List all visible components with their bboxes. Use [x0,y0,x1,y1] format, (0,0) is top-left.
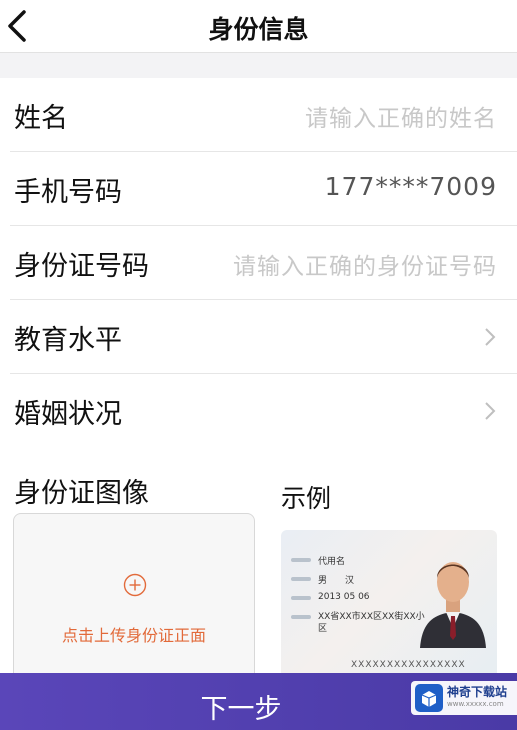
example-id-card: 代用名 男 汉 2013 05 06 XX省XX市XX区XX街XX小区 XXXX… [281,530,497,690]
card-gender: 男 [318,576,328,586]
id-image-title: 身份证图像 [14,478,149,509]
card-name: 代用名 [318,557,346,567]
marital-row[interactable]: 婚姻状况 [10,374,517,447]
id-number-label: 身份证号码 [14,251,149,282]
id-image-section: 身份证图像 示例 点击上传身份证正面 代用名 男 汉 2013 05 06 XX… [0,445,517,690]
education-row[interactable]: 教育水平 [10,300,517,374]
card-field-label [291,558,311,562]
portrait-icon [420,562,486,648]
site-watermark: 神奇下载站 www.xxxxx.com [411,681,517,715]
next-step-label: 下一步 [200,694,282,725]
marital-label: 婚姻状况 [14,399,122,430]
chevron-right-icon [485,328,496,346]
watermark-text: 神奇下载站 [447,685,508,699]
name-row[interactable]: 姓名 请输入正确的姓名 [10,78,517,152]
card-field-label [291,596,311,600]
example-title: 示例 [281,484,332,513]
page-title: 身份信息 [208,15,309,44]
card-ethnicity: 汉 [345,576,355,586]
id-number-input[interactable]: 请输入正确的身份证号码 [233,247,497,281]
card-field-label [291,577,311,581]
header: 身份信息 [0,0,517,53]
upload-id-front-button[interactable]: 点击上传身份证正面 [13,513,255,683]
chevron-right-icon [485,402,496,420]
name-label: 姓名 [14,103,68,134]
site-logo-icon [415,684,443,712]
upload-label: 点击上传身份证正面 [61,626,206,645]
phone-label: 手机号码 [14,177,122,208]
phone-row: 手机号码 177****7009 [10,152,517,226]
card-id-number: XXXXXXXXXXXXXXXX [351,660,466,670]
education-label: 教育水平 [14,325,122,356]
info-form: 姓名 请输入正确的姓名 手机号码 177****7009 身份证号码 请输入正确… [0,78,517,447]
plus-circle-icon [123,573,147,597]
name-input[interactable]: 请输入正确的姓名 [305,99,497,133]
card-field-label [291,615,311,619]
id-number-row[interactable]: 身份证号码 请输入正确的身份证号码 [10,226,517,300]
watermark-url: www.xxxxx.com [447,700,504,708]
card-address: XX省XX市XX区XX街XX小区 [318,612,425,634]
phone-value: 177****7009 [324,172,497,201]
card-birth: 2013 05 06 [318,592,370,602]
